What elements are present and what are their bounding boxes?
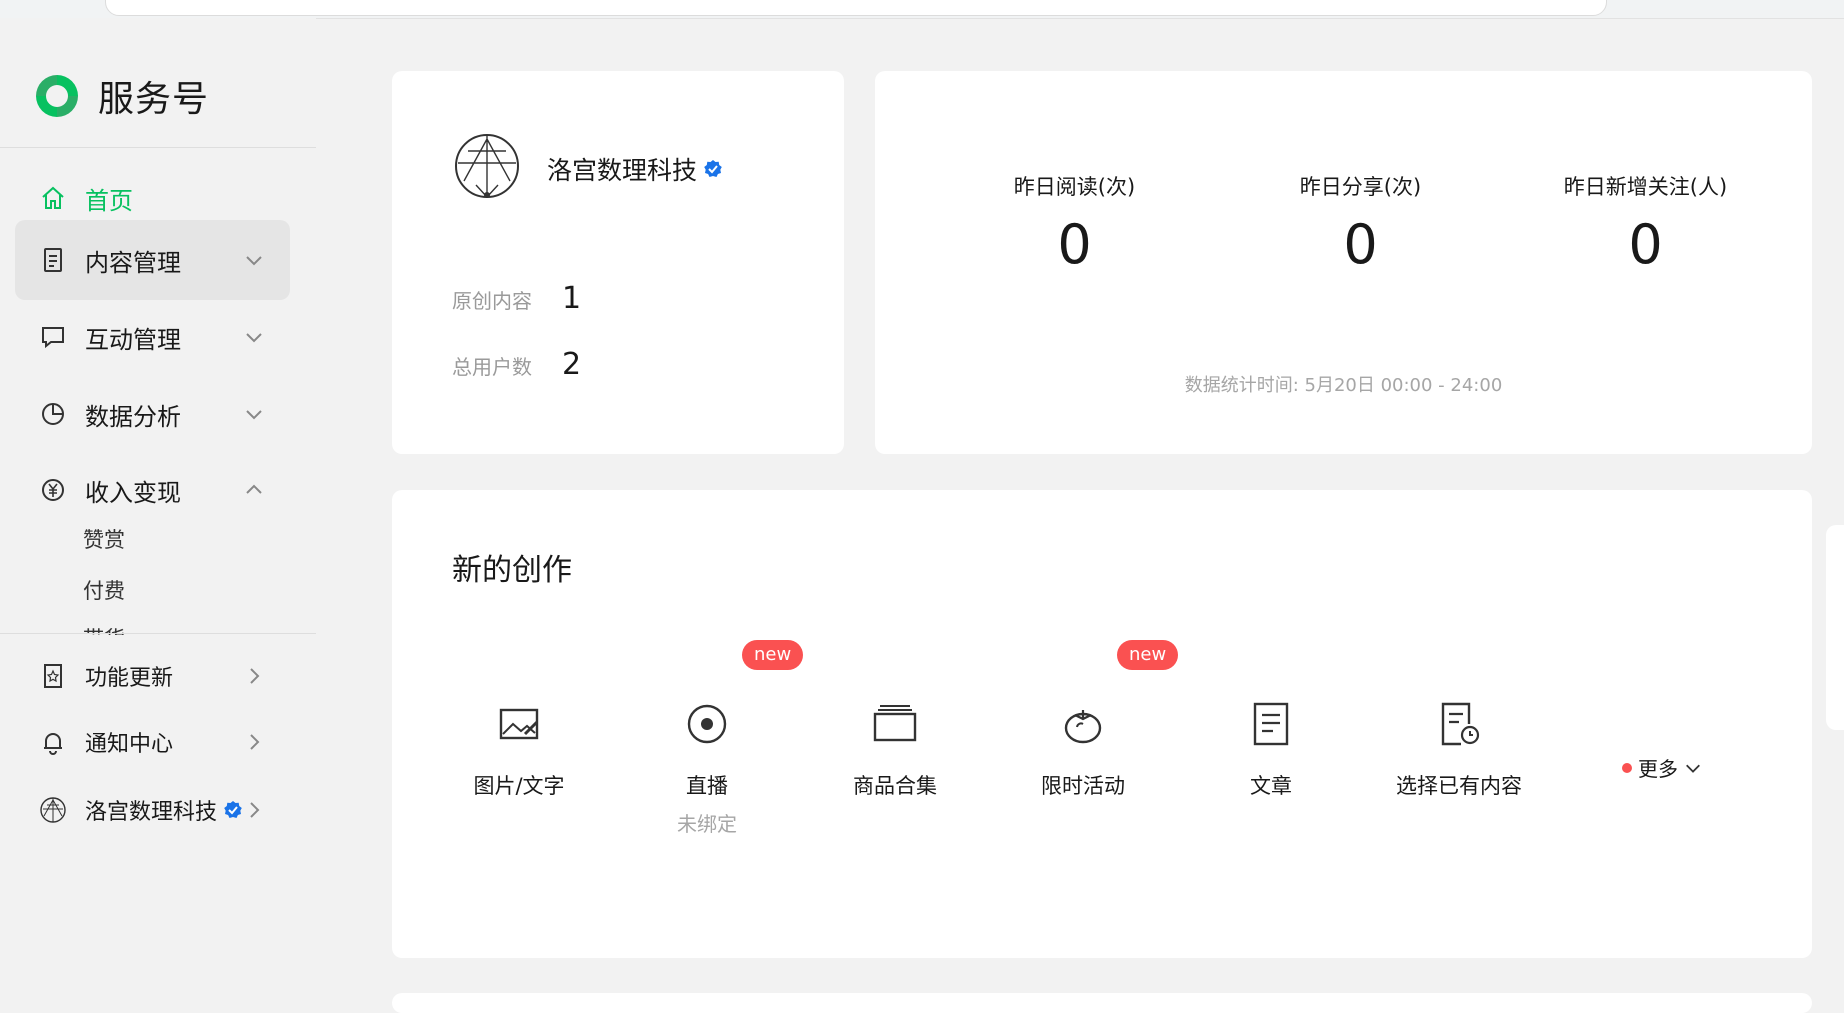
brand[interactable]: 服务号 bbox=[32, 70, 209, 122]
sidebar-item-label: 数据分析 bbox=[85, 402, 181, 431]
sidebar-subitem-reward[interactable]: 赞赏 bbox=[83, 524, 125, 554]
metric-yesterday-reads: 昨日阅读(次) 0 bbox=[932, 171, 1217, 276]
stat-value: 2 bbox=[562, 347, 582, 382]
metric-value: 0 bbox=[1057, 213, 1092, 276]
metric-label: 昨日阅读(次) bbox=[1013, 175, 1136, 199]
sidebar-item-account[interactable]: 洛宫数理科技 bbox=[15, 780, 290, 840]
create-image-text[interactable]: 图片/文字 bbox=[439, 700, 599, 800]
account-card: 洛宫数理科技 原创内容 1 总用户数 2 bbox=[392, 71, 844, 454]
sidebar-item-monetization[interactable]: 收入变现 bbox=[15, 450, 290, 530]
create-item-sublabel: 未绑定 bbox=[677, 812, 737, 836]
metric-yesterday-new-followers: 昨日新增关注(人) 0 bbox=[1503, 171, 1788, 276]
create-live[interactable]: 直播 未绑定 bbox=[627, 700, 787, 837]
product-collection-icon bbox=[873, 705, 917, 742]
total-users-stat: 总用户数 2 bbox=[452, 347, 581, 382]
sidebar-item-label: 功能更新 bbox=[85, 666, 174, 691]
red-dot-indicator bbox=[1622, 762, 1632, 773]
chevron-down-icon bbox=[246, 410, 262, 420]
pie-chart-icon bbox=[42, 403, 64, 425]
sidebar-item-content-management[interactable]: 内容管理 bbox=[15, 220, 290, 300]
section-title: 新的创作 bbox=[452, 553, 572, 588]
create-item-label: 图片/文字 bbox=[473, 774, 565, 798]
yen-icon bbox=[42, 479, 64, 501]
account-avatar-icon[interactable] bbox=[454, 133, 520, 199]
create-item-label: 商品合集 bbox=[853, 774, 937, 798]
sidebar: 服务号 首页 内容管理 互动管理 数据分析 收入变现 赞赏 付费 带货 功能更新 bbox=[0, 18, 316, 1001]
bell-icon bbox=[44, 733, 62, 755]
chevron-down-icon bbox=[246, 256, 262, 266]
tomato-icon bbox=[1064, 710, 1102, 744]
sidebar-item-notifications[interactable]: 通知中心 bbox=[15, 712, 290, 772]
metric-label: 昨日分享(次) bbox=[1299, 175, 1422, 199]
create-limited-event[interactable]: 限时活动 bbox=[1003, 700, 1163, 800]
service-account-logo-icon bbox=[36, 75, 78, 117]
image-text-icon bbox=[499, 708, 539, 740]
create-product-collection[interactable]: 商品合集 bbox=[815, 700, 975, 800]
document-icon bbox=[44, 248, 62, 272]
sidebar-item-label: 首页 bbox=[85, 186, 133, 215]
metric-value: 0 bbox=[1628, 213, 1663, 276]
sidebar-item-label: 通知中心 bbox=[85, 732, 174, 757]
chevron-right-icon bbox=[250, 734, 260, 750]
chat-icon bbox=[42, 327, 64, 349]
more-label: 更多 bbox=[1638, 757, 1678, 781]
create-item-label: 选择已有内容 bbox=[1396, 774, 1522, 798]
more-button[interactable]: 更多 bbox=[1622, 753, 1702, 782]
existing-content-icon bbox=[1441, 702, 1480, 746]
chevron-up-icon bbox=[246, 484, 262, 494]
stats-time-note: 数据统计时间: 5月20日 00:00 - 24:00 bbox=[1184, 375, 1503, 396]
sidebar-item-feature-updates[interactable]: 功能更新 bbox=[15, 646, 290, 706]
stat-label: 总用户数 bbox=[452, 355, 532, 379]
create-article[interactable]: 文章 bbox=[1191, 700, 1351, 800]
sidebar-item-label: 收入变现 bbox=[85, 478, 181, 507]
create-item-label: 限时活动 bbox=[1041, 774, 1125, 798]
next-card-peek bbox=[392, 993, 1812, 1013]
chevron-right-icon bbox=[250, 802, 260, 818]
original-content-stat: 原创内容 1 bbox=[452, 281, 581, 316]
account-avatar-icon bbox=[40, 797, 66, 823]
address-bar[interactable] bbox=[105, 0, 1607, 16]
article-icon bbox=[1253, 702, 1289, 746]
chevron-down-icon bbox=[1686, 764, 1700, 773]
brand-title: 服务号 bbox=[98, 79, 210, 120]
verified-icon bbox=[704, 160, 722, 177]
update-icon bbox=[44, 664, 62, 688]
create-item-label: 文章 bbox=[1250, 774, 1292, 798]
account-name-row: 洛宫数理科技 bbox=[547, 151, 723, 187]
live-icon bbox=[687, 704, 727, 744]
metrics-card: 昨日阅读(次) 0 昨日分享(次) 0 昨日新增关注(人) 0 数据统计时间: … bbox=[875, 71, 1812, 454]
stat-value: 1 bbox=[562, 281, 582, 316]
browser-toolbar bbox=[0, 0, 1844, 19]
new-badge: new bbox=[742, 640, 804, 670]
metric-value: 0 bbox=[1343, 213, 1378, 276]
floating-side-tab[interactable] bbox=[1826, 525, 1844, 730]
sidebar-subitem-paid[interactable]: 付费 bbox=[83, 575, 125, 605]
sidebar-item-label: 互动管理 bbox=[85, 325, 181, 354]
verified-icon bbox=[224, 801, 242, 818]
sidebar-item-label: 洛宫数理科技 bbox=[85, 800, 218, 825]
metric-label: 昨日新增关注(人) bbox=[1563, 175, 1728, 199]
sidebar-divider bbox=[0, 633, 316, 634]
stat-label: 原创内容 bbox=[452, 289, 532, 313]
sidebar-item-label: 内容管理 bbox=[85, 248, 181, 277]
sidebar-item-interaction-management[interactable]: 互动管理 bbox=[15, 297, 290, 377]
chevron-down-icon bbox=[246, 333, 262, 343]
create-existing-content[interactable]: 选择已有内容 bbox=[1379, 700, 1539, 800]
chevron-right-icon bbox=[250, 668, 260, 684]
new-badge: new bbox=[1117, 640, 1179, 670]
home-icon bbox=[42, 186, 64, 209]
account-name[interactable]: 洛宫数理科技 bbox=[547, 151, 697, 187]
sidebar-divider bbox=[0, 147, 316, 148]
new-creation-card: 新的创作 new new 图片/文字 直播 未绑定 商品合集 限时活动 文章 选… bbox=[392, 490, 1812, 958]
metric-yesterday-shares: 昨日分享(次) 0 bbox=[1218, 171, 1503, 276]
create-item-label: 直播 bbox=[686, 774, 728, 798]
sidebar-item-data-analysis[interactable]: 数据分析 bbox=[15, 374, 290, 454]
